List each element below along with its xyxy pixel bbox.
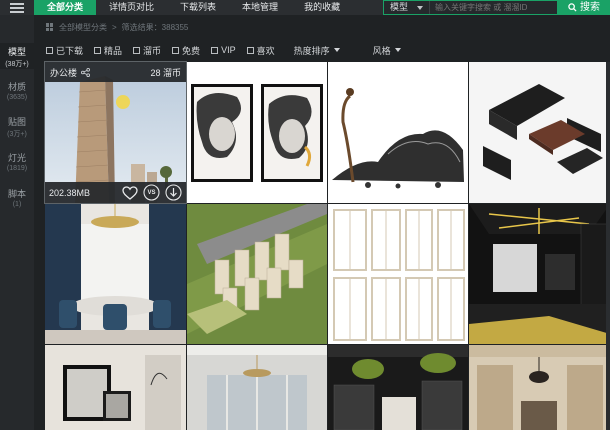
model-thumbnail xyxy=(187,345,327,430)
card-footer: 202.38MB VS xyxy=(45,182,186,203)
result-count: 筛选结果：388355 xyxy=(121,22,189,32)
filter-free[interactable]: 免费 xyxy=(172,44,200,57)
category-sidebar: 模型 (38万+) 材质 (3635) 贴图 (3万+) 灯光 (1819) 脚… xyxy=(0,15,34,430)
menu-icon[interactable] xyxy=(8,0,26,15)
model-card-wall-art[interactable] xyxy=(187,62,327,203)
filter-coins[interactable]: 溜币 xyxy=(133,44,161,57)
sidebar-item-count: (1819) xyxy=(6,165,28,172)
search-type-select[interactable]: 模型 xyxy=(384,1,430,14)
filter-label: 免费 xyxy=(182,45,201,56)
model-card-showroom[interactable] xyxy=(469,204,610,344)
sidebar-item-label: 脚本 xyxy=(7,189,26,199)
search-icon xyxy=(568,3,577,12)
model-thumbnail xyxy=(469,62,610,203)
filter-bar: 已下载 精品 溜币 免费 VIP 喜欢 热度排序 风格 xyxy=(46,44,426,56)
file-size: 202.38MB xyxy=(49,187,91,198)
model-thumbnail xyxy=(187,204,327,344)
checkbox[interactable] xyxy=(246,46,254,54)
sidebar-item-label: 材质 xyxy=(7,82,26,92)
filter-label: 喜欢 xyxy=(256,45,275,56)
sidebar-item-materials[interactable]: 材质 (3635) xyxy=(0,80,34,104)
checkbox[interactable] xyxy=(172,46,180,54)
heart-icon[interactable] xyxy=(121,184,138,201)
price-label: 28 溜币 xyxy=(150,67,181,78)
filter-label: 精品 xyxy=(104,45,123,56)
card-header: 办公楼 28 溜币 xyxy=(45,62,186,82)
sidebar-item-label: 灯光 xyxy=(7,153,26,163)
filter-label: 已下载 xyxy=(56,45,84,56)
chevron-down-icon xyxy=(394,48,401,52)
tab-local-manage[interactable]: 本地管理 xyxy=(229,0,291,15)
breadcrumb-root[interactable]: 全部模型分类 xyxy=(59,22,107,33)
category-label: 办公楼 xyxy=(50,67,78,78)
download-icon[interactable] xyxy=(165,184,182,201)
model-card-dining-room[interactable] xyxy=(45,204,186,344)
search-input[interactable] xyxy=(430,1,557,14)
checkbox[interactable] xyxy=(211,46,219,54)
checkbox[interactable] xyxy=(94,46,102,54)
scrollbar[interactable] xyxy=(606,62,610,430)
filter-downloaded[interactable]: 已下载 xyxy=(46,44,83,57)
model-thumbnail xyxy=(187,62,327,203)
checkbox[interactable] xyxy=(133,46,141,54)
style-label: 风格 xyxy=(372,45,391,56)
sidebar-item-count: (3万+) xyxy=(7,131,27,138)
tab-all-categories[interactable]: 全部分类 xyxy=(34,0,97,15)
sidebar-item-lights[interactable]: 灯光 (1819) xyxy=(0,151,34,175)
breadcrumb: 全部模型分类 > 筛选结果：388355 xyxy=(46,20,188,34)
share-icon[interactable] xyxy=(81,67,91,77)
filter-label: VIP xyxy=(221,45,236,55)
sidebar-item-models[interactable]: 模型 (38万+) xyxy=(0,43,34,69)
top-bar: 全部分类 详情页对比 下载列表 本地管理 我的收藏 模型 搜索 xyxy=(0,0,610,15)
filter-vip[interactable]: VIP xyxy=(211,45,236,55)
sidebar-item-count: (38万+) xyxy=(5,61,29,68)
model-card-lobby[interactable] xyxy=(187,345,327,430)
filter-label: 溜币 xyxy=(143,45,162,56)
sort-dropdown[interactable]: 热度排序 xyxy=(294,44,340,57)
model-card-rock-decor[interactable] xyxy=(328,62,468,203)
style-dropdown[interactable]: 风格 xyxy=(373,44,401,57)
compare-button[interactable]: VS xyxy=(143,184,160,201)
search-bar: 模型 搜索 xyxy=(383,0,610,15)
main-tabs: 全部分类 详情页对比 下载列表 本地管理 我的收藏 xyxy=(34,0,353,15)
breadcrumb-separator: > xyxy=(112,22,117,32)
model-thumbnail xyxy=(469,345,610,430)
sidebar-item-label: 模型 xyxy=(7,47,26,57)
checkbox[interactable] xyxy=(46,46,53,54)
search-button[interactable]: 搜索 xyxy=(557,1,610,14)
chevron-down-icon xyxy=(333,48,340,52)
sort-label: 热度排序 xyxy=(293,45,330,56)
model-card-residential-complex[interactable] xyxy=(187,204,327,344)
filter-liked[interactable]: 喜欢 xyxy=(246,44,275,57)
sidebar-item-count: (1) xyxy=(12,201,22,208)
model-card-tea-room[interactable] xyxy=(469,345,610,430)
model-grid: 办公楼 28 溜币 202.38MB VS xyxy=(44,61,610,430)
sidebar-item-textures[interactable]: 贴图 (3万+) xyxy=(0,115,34,139)
search-button-label: 搜索 xyxy=(580,2,600,13)
model-thumbnail xyxy=(45,204,186,344)
model-card-partition-doors[interactable] xyxy=(328,204,468,344)
sidebar-item-count: (3635) xyxy=(6,94,28,101)
model-thumbnail xyxy=(328,204,468,344)
model-thumbnail xyxy=(469,204,610,344)
compare-label: VS xyxy=(147,189,156,196)
sidebar-item-scripts[interactable]: 脚本 (1) xyxy=(0,187,34,211)
filter-premium[interactable]: 精品 xyxy=(94,44,122,57)
chevron-down-icon xyxy=(417,6,423,10)
tab-my-favorites[interactable]: 我的收藏 xyxy=(291,0,353,15)
model-thumbnail xyxy=(45,345,186,430)
model-thumbnail xyxy=(328,345,468,430)
grid-icon xyxy=(46,23,54,31)
search-type-value: 模型 xyxy=(390,2,409,12)
model-thumbnail xyxy=(328,62,468,203)
model-card-sofa-set[interactable] xyxy=(469,62,610,203)
sidebar-item-label: 贴图 xyxy=(7,117,26,127)
model-card-bookstore[interactable] xyxy=(328,345,468,430)
model-card-office-building[interactable]: 办公楼 28 溜币 202.38MB VS xyxy=(44,61,187,204)
tab-download-list[interactable]: 下载列表 xyxy=(167,0,229,15)
model-card-living-room[interactable] xyxy=(45,345,186,430)
tab-detail-compare[interactable]: 详情页对比 xyxy=(96,0,167,15)
